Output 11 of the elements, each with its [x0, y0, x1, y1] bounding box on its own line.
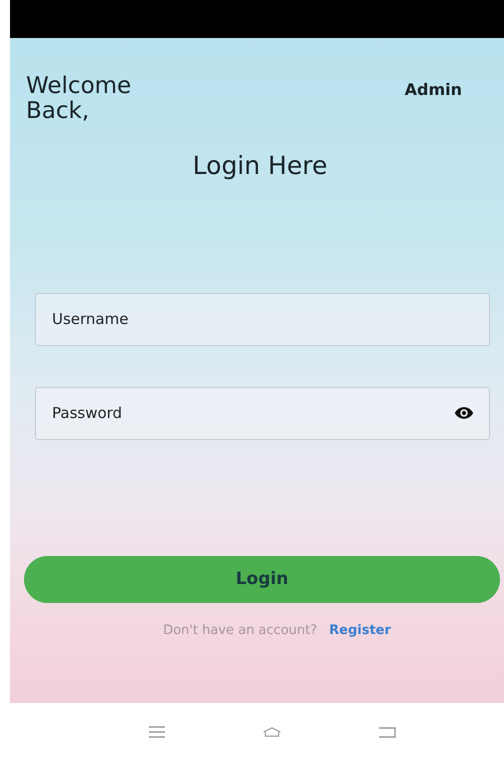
register-prompt: Don't have an account?: [163, 622, 318, 638]
password-field[interactable]: Password: [35, 386, 490, 440]
register-link[interactable]: Register: [329, 622, 391, 638]
menu-icon[interactable]: [147, 725, 168, 739]
username-field[interactable]: Username: [35, 292, 490, 346]
login-button[interactable]: Login: [24, 556, 500, 603]
back-icon[interactable]: [376, 725, 397, 739]
home-icon[interactable]: [262, 725, 282, 739]
role-label: Admin: [404, 79, 462, 99]
login-title: Login Here: [192, 150, 328, 180]
welcome-heading: Welcome Back,: [26, 74, 132, 125]
